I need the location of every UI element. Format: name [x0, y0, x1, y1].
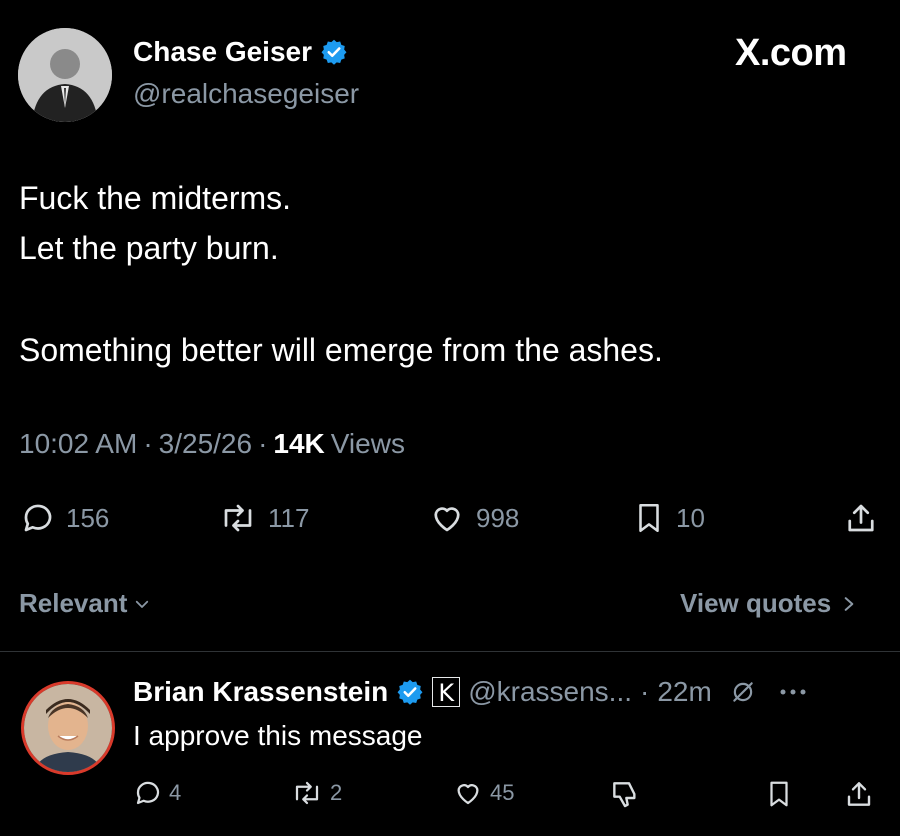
tweet-text-line-1: Fuck the midterms. [19, 180, 292, 216]
reply-like-count: 45 [490, 780, 515, 805]
bookmark-button[interactable]: 10 [632, 500, 705, 536]
affiliate-badge[interactable]: K [432, 677, 461, 707]
reply-reply-count: 4 [169, 780, 182, 805]
reply-icon [133, 778, 163, 808]
share-button[interactable] [843, 500, 879, 536]
reply-text: I approve this message [133, 720, 423, 751]
verified-badge-icon [396, 678, 424, 706]
repost-icon [290, 778, 324, 808]
author-handle[interactable]: @realchasegeiser [133, 78, 359, 110]
sort-dropdown[interactable]: Relevant [19, 588, 151, 619]
reply-repost-count: 2 [330, 780, 343, 805]
repost-button[interactable]: 117 [218, 500, 309, 536]
reply-time-ago[interactable]: 22m [657, 676, 711, 708]
bookmark-icon [764, 778, 794, 810]
view-quotes-label: View quotes [680, 588, 832, 618]
share-icon [843, 778, 875, 810]
reply-reply-button[interactable]: 4 [133, 778, 181, 808]
thumbs-down-icon [609, 778, 641, 810]
chevron-down-icon [133, 595, 151, 613]
meta-separator: · [258, 428, 268, 459]
heart-icon [428, 500, 466, 536]
reply-author-name[interactable]: Brian Krassenstein [133, 676, 388, 708]
chevron-right-icon [841, 594, 857, 614]
bookmark-count: 10 [676, 502, 705, 533]
author-name[interactable]: Chase Geiser [133, 36, 312, 68]
meta-separator: · [143, 428, 153, 459]
reply-author-handle[interactable]: @krassens... [468, 676, 632, 708]
reply-like-button[interactable]: 45 [452, 778, 514, 808]
share-icon [843, 500, 879, 536]
x-com-watermark: X.com [735, 32, 847, 74]
section-divider [0, 651, 900, 652]
more-options-icon[interactable] [778, 687, 808, 697]
sort-label: Relevant [19, 588, 128, 618]
reply-button[interactable]: 156 [20, 500, 109, 536]
like-count: 998 [476, 502, 520, 533]
views-label: Views [330, 428, 405, 459]
reply-repost-button[interactable]: 2 [290, 778, 342, 808]
tweet-meta: 10:02 AM · 3/25/26 · 14K Views [19, 428, 405, 460]
grok-icon[interactable] [730, 679, 756, 705]
tweet-date[interactable]: 3/25/26 [159, 428, 252, 460]
reply-count: 156 [66, 502, 110, 533]
tweet-text-line-3: Something better will emerge from the as… [19, 332, 663, 368]
verified-badge-icon [320, 38, 348, 66]
tweet-text-line-2: Let the party burn. [19, 230, 279, 266]
author-avatar[interactable] [18, 28, 112, 122]
view-quotes-link[interactable]: View quotes [680, 588, 857, 619]
dislike-button[interactable] [609, 778, 641, 810]
reply-icon [20, 500, 56, 536]
repost-icon [218, 500, 258, 536]
reply-bookmark-button[interactable] [764, 778, 794, 810]
like-button[interactable]: 998 [428, 500, 519, 536]
reply-share-button[interactable] [843, 778, 875, 810]
bookmark-icon [632, 500, 666, 536]
heart-icon [452, 778, 484, 808]
meta-separator: · [640, 676, 650, 707]
views-count: 14K [273, 428, 325, 459]
reply-author-avatar[interactable] [21, 681, 115, 775]
tweet-time[interactable]: 10:02 AM [19, 428, 137, 460]
repost-count: 117 [268, 502, 310, 533]
